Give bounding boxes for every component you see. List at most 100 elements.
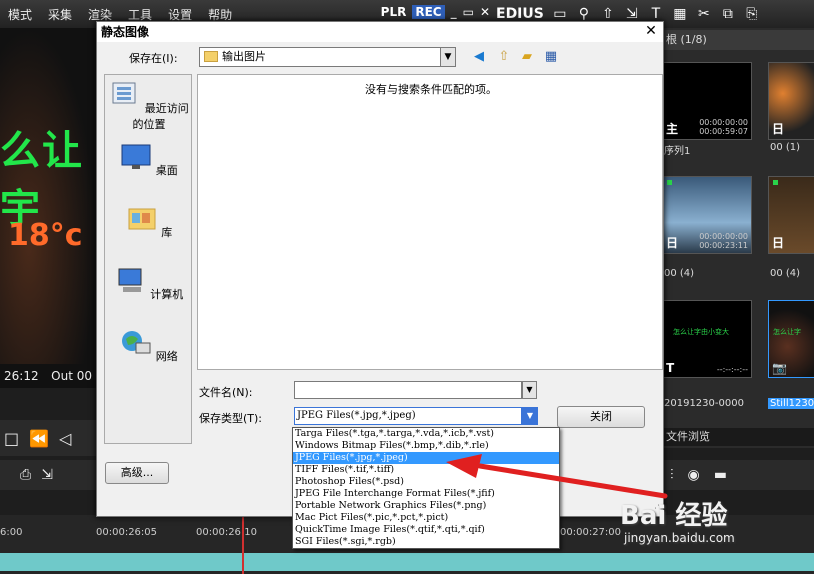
filetype-label: 保存类型(T): [199, 412, 263, 425]
layout-icon[interactable]: ▬ [714, 467, 727, 483]
close-window-icon[interactable]: ✕ [480, 5, 490, 19]
place-label: 计算机 [150, 288, 184, 301]
filetype-option[interactable]: Targa Files(*.tga,*.targa,*.vda,*.icb,*.… [293, 428, 559, 440]
timeline-tools-right: ⫶ ◉ ▬ [662, 460, 814, 490]
filename-label: 文件名(N): [199, 386, 253, 399]
tab-file-browse[interactable]: 文件浏览 [662, 428, 814, 446]
watermark-logo-text: Bai 经验 [620, 501, 728, 531]
rewind-icon[interactable]: ⏪ [29, 429, 49, 448]
new-folder-icon[interactable]: ▰ [519, 49, 535, 65]
stop-icon[interactable]: □ [4, 429, 19, 448]
place-recent[interactable]: 最近访问的位置 [105, 81, 193, 132]
image-clip-icon: 日 [772, 236, 785, 250]
up-folder-icon[interactable]: ⇧ [600, 6, 616, 22]
place-computer[interactable]: 计算机 [105, 267, 193, 302]
place-desktop[interactable]: 桌面 [105, 143, 193, 178]
look-in-combo[interactable]: 输出图片 [199, 47, 455, 67]
timeline-tools-left: ⎙ ⇲ [0, 460, 96, 490]
copy-icon[interactable]: ⧉ [720, 6, 736, 22]
paste-icon[interactable]: ⎘ [744, 6, 760, 22]
chevron-down-icon[interactable]: ▼ [440, 47, 456, 67]
filetype-option[interactable]: Mac Pict Files(*.pic,*.pct,*.pict) [293, 512, 559, 524]
timecode-out: Out 00 [51, 369, 92, 383]
color-wheel-icon[interactable]: ◉ [688, 467, 700, 483]
bin-clip-thumb[interactable]: 日 [768, 176, 814, 254]
up-folder-icon[interactable]: ⇧ [496, 49, 512, 65]
preview-overlay-text: 么让宇 [0, 128, 84, 232]
add-title-icon[interactable]: T [648, 6, 664, 22]
add-clip-icon[interactable]: ⇲ [624, 6, 640, 22]
ruler-tick-label: 00:00:26:10 [196, 527, 258, 538]
cut-icon[interactable]: ✂ [696, 6, 712, 22]
back-icon[interactable]: ◀ [471, 49, 487, 65]
timecode-row: 26:12 Out 00 [0, 364, 96, 388]
empty-results-message: 没有与搜索条件匹配的项。 [365, 83, 497, 96]
ruler-tick-label: 00:00:27:00 [560, 527, 622, 538]
watermark-url: jingyan.baidu.com [624, 531, 735, 545]
clip-caption: 序列1 [664, 146, 691, 157]
plr-label[interactable]: PLR [381, 5, 407, 19]
clip-timecode: 00:00:00:00 00:00:23:11 [699, 232, 748, 250]
timeline-track[interactable] [0, 553, 814, 571]
bin-clip-thumb[interactable]: 00:00:00:00 00:00:23:11 日 [662, 176, 752, 254]
bin-clip-thumb-selected[interactable]: 怎么让字 📷 [768, 300, 814, 378]
ruler-tick-label: 00:00:26:05 [96, 527, 158, 538]
title-clip-icon: T [666, 361, 675, 375]
filetype-option[interactable]: SGI Files(*.sgi,*.rgb) [293, 536, 559, 548]
folder-icon[interactable]: ▭ [552, 6, 568, 22]
place-label: 桌面 [155, 164, 178, 177]
clip-caption: 00 (4) [770, 268, 801, 279]
close-button[interactable]: 关闭 [557, 406, 645, 428]
sequence-icon: 主 [666, 122, 679, 136]
player-recorder-toggle: PLR REC _ ▭ ✕ [381, 5, 490, 19]
bin-title: 根 (1/8) [662, 30, 814, 50]
menu-item-render[interactable]: 渲染 [88, 6, 112, 23]
place-label: 最近访问的位置 [132, 102, 189, 131]
dialog-close-icon[interactable]: ✕ [643, 23, 659, 39]
menu-item-tools[interactable]: 工具 [128, 6, 152, 23]
look-in-value: 输出图片 [222, 50, 266, 63]
maximize-icon[interactable]: ▭ [463, 5, 474, 19]
minimize-icon[interactable]: _ [451, 5, 457, 19]
clip-timecode: --:--:--:-- [716, 365, 748, 374]
clip-caption: 00 (1) [770, 142, 801, 153]
clip-caption: 00 (4) [664, 268, 695, 279]
player-preview: 么让宇 18°c [0, 28, 96, 388]
bin-panel: 根 (1/8) 00:00:00:00 00:00:59:07 主 序列1 日 … [662, 28, 814, 448]
menu-item-capture[interactable]: 采集 [48, 6, 72, 23]
search-icon[interactable]: ⚲ [576, 6, 592, 22]
computer-icon [118, 268, 142, 292]
rec-label[interactable]: REC [412, 5, 445, 19]
bin-clip-thumb[interactable]: 怎么让字由小变大 --:--:--:-- T [662, 300, 752, 378]
advanced-button[interactable]: 高级... [105, 462, 169, 484]
file-list-area[interactable]: 没有与搜索条件匹配的项。 [197, 74, 663, 370]
image-clip-icon: 日 [772, 122, 785, 136]
place-network[interactable]: 网络 [105, 329, 193, 364]
view-menu-icon[interactable]: ▦ [543, 49, 559, 65]
camera-icon[interactable]: ⎙ [20, 467, 31, 483]
bin-clip-thumb[interactable]: 00:00:00:00 00:00:59:07 主 [662, 62, 752, 140]
export-icon[interactable]: ⇲ [41, 467, 53, 483]
filetype-select[interactable]: JPEG Files(*.jpg,*.jpeg) [294, 407, 522, 425]
filetype-option[interactable]: Windows Bitmap Files(*.bmp,*.dib,*.rle) [293, 440, 559, 452]
color-bar-icon[interactable]: ▦ [672, 6, 688, 22]
playhead[interactable] [242, 515, 244, 574]
filename-input[interactable] [294, 381, 522, 399]
transport-controls: □ ⏪ ◁ [0, 420, 96, 456]
filetype-option[interactable]: QuickTime Image Files(*.qtif,*.qti,*.qif… [293, 524, 559, 536]
image-clip-icon: 日 [666, 236, 679, 250]
mixer-icon[interactable]: ⫶ [670, 467, 674, 483]
menu-item-help[interactable]: 帮助 [208, 6, 232, 23]
dialog-title: 静态图像 [97, 22, 663, 42]
chevron-down-icon[interactable]: ▼ [522, 407, 538, 425]
baidu-watermark: Bai 经验 jingyan.baidu.com [620, 495, 814, 555]
place-libraries[interactable]: 库 [105, 205, 193, 240]
chevron-down-icon[interactable]: ▼ [522, 381, 537, 399]
step-back-icon[interactable]: ◁ [59, 429, 71, 448]
menu-item-mode[interactable]: 模式 [8, 6, 32, 23]
clip-caption: 20191230-0000 [664, 398, 744, 409]
bin-clip-thumb[interactable]: 日 [768, 62, 814, 140]
menu-item-settings[interactable]: 设置 [168, 6, 192, 23]
edius-logo: EDIUS [496, 6, 544, 22]
desktop-icon [121, 144, 151, 169]
